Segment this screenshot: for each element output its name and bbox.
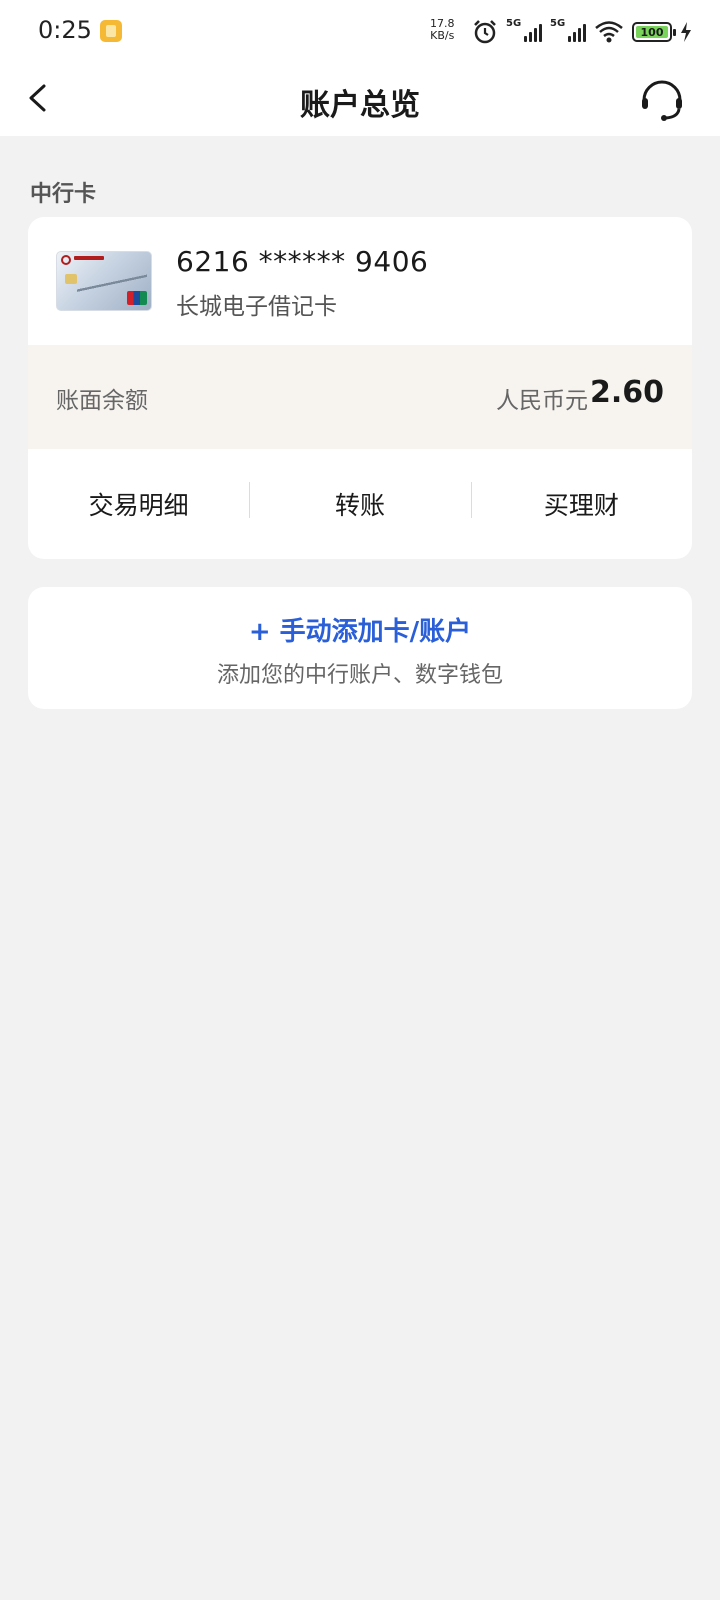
signal-icon-2: 5G: [550, 18, 586, 42]
page-title: 账户总览: [300, 88, 420, 123]
status-bar: 0:25 17.8 KB/s 5G 5G 100: [0, 0, 720, 64]
battery-level: 100: [640, 25, 664, 39]
card-name: 长城电子借记卡: [176, 294, 337, 320]
balance-amount: 2.60: [589, 375, 664, 410]
card-header[interactable]: 6216 ****** 9406 长城电子借记卡: [28, 217, 692, 345]
signal-icon-1: 5G: [506, 18, 542, 42]
transfer-button[interactable]: 转账: [249, 482, 470, 522]
buy-wealth-button[interactable]: 买理财: [470, 482, 692, 522]
signal-2-label: 5G: [550, 18, 566, 29]
card-actions: 交易明细 转账 买理财: [28, 449, 692, 559]
card-number: 6216 ****** 9406: [176, 245, 429, 278]
alarm-icon: [474, 20, 496, 44]
customer-service-button[interactable]: [638, 76, 686, 124]
status-icons: 5G 5G 100: [472, 18, 692, 46]
add-card-button[interactable]: + 手动添加卡/账户 添加您的中行账户、数字钱包: [28, 587, 692, 709]
chip-icon: [65, 274, 77, 284]
wifi-icon: [595, 21, 623, 43]
network-speed: 17.8 KB/s: [430, 18, 455, 42]
status-time: 0:25: [38, 16, 92, 44]
balance-label: 账面余额: [56, 388, 148, 414]
notes-app-icon: [100, 20, 122, 42]
balance-currency: 人民币元: [496, 388, 588, 414]
account-card: 6216 ****** 9406 长城电子借记卡 账面余额 人民币元 2.60 …: [28, 217, 692, 559]
network-speed-unit: KB/s: [430, 29, 455, 42]
card-image: [56, 251, 152, 311]
boc-logo-icon: [61, 255, 71, 265]
signal-1-label: 5G: [506, 18, 522, 29]
nav-bar: 账户总览: [0, 64, 720, 136]
unionpay-logo-icon: [127, 291, 147, 305]
transaction-details-button[interactable]: 交易明细: [28, 486, 249, 522]
add-card-subtitle: 添加您的中行账户、数字钱包: [216, 663, 503, 688]
charging-icon: [681, 22, 691, 42]
section-label: 中行卡: [30, 182, 97, 207]
add-card-title: + 手动添加卡/账户: [248, 617, 472, 647]
headset-icon: [642, 80, 682, 121]
balance-row: 账面余额 人民币元 2.60: [28, 345, 692, 449]
battery-icon: 100: [632, 22, 676, 42]
